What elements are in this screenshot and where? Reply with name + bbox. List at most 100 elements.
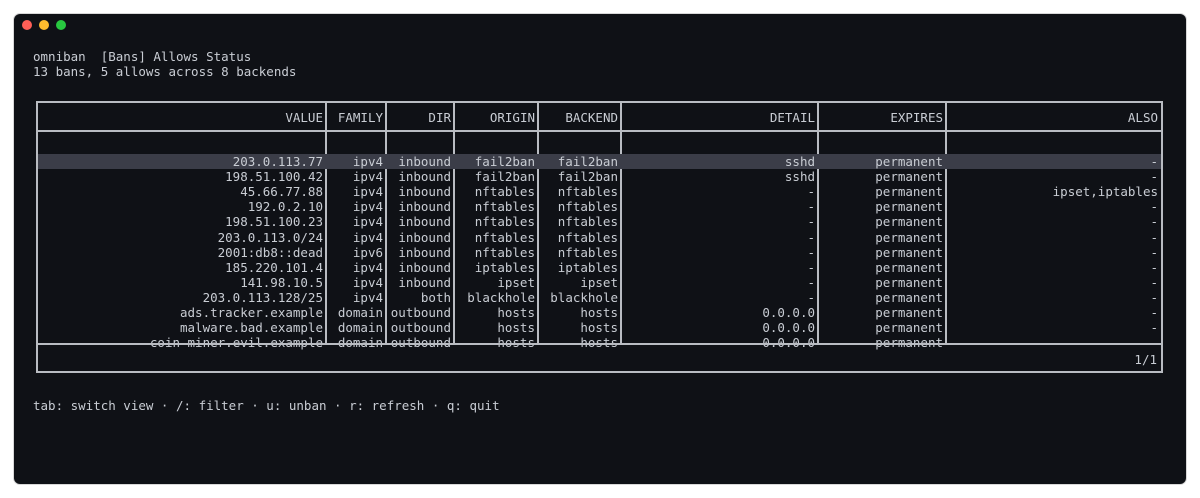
cell-value: 203.0.113.77: [232, 154, 323, 169]
table-row[interactable]: 141.98.10.5 ipv4 inbound ipset ipset - permane…: [38, 275, 1161, 290]
cell-detail: sshd: [784, 154, 815, 169]
cell-backend: nftables: [557, 229, 618, 245]
cell-value: 198.51.100.42: [225, 169, 323, 185]
cell-backend: nftables: [557, 184, 618, 200]
cell-backend: fail2ban: [557, 154, 618, 169]
cell-detail: -: [807, 184, 815, 200]
column-header-detail: DETAIL: [769, 110, 815, 125]
cell-dir: outbound: [390, 320, 451, 336]
cell-detail: -: [807, 229, 815, 245]
cell-backend: hosts: [580, 320, 618, 336]
cell-value: 141.98.10.5: [240, 274, 323, 290]
cell-also: ipset,iptables: [1052, 184, 1158, 200]
table-row[interactable]: 45.66.77.88 ipv4 inbound nftables nftables - p…: [38, 184, 1161, 199]
cell-value: 45.66.77.88: [240, 184, 323, 200]
cell-origin: blackhole: [467, 289, 535, 305]
cell-origin: ipset: [497, 274, 535, 290]
close-dot-icon[interactable]: [22, 20, 32, 30]
table-row[interactable]: 198.51.100.23 ipv4 inbound nftables nftables…: [38, 214, 1161, 229]
cell-detail: 0.0.0.0: [762, 305, 815, 320]
cell-backend: blackhole: [550, 289, 618, 305]
cell-also: -: [1150, 199, 1158, 215]
cell-also: -: [1150, 274, 1158, 290]
table-row-selected[interactable]: 203.0.113.77 ipv4 inbound fail2ban fail2ban s…: [38, 154, 1161, 169]
cell-expires: permanent: [875, 169, 943, 185]
table-row[interactable]: 198.51.100.42 ipv4 inbound fail2ban fail2ban…: [38, 169, 1161, 184]
cell-dir: inbound: [398, 154, 451, 169]
page-indicator: 1/1: [1134, 352, 1157, 367]
cell-origin: nftables: [474, 229, 535, 245]
column-header-expires: EXPIRES: [890, 110, 943, 125]
cell-also: -: [1150, 259, 1158, 275]
cell-backend: ipset: [580, 274, 618, 290]
cell-origin: nftables: [474, 214, 535, 230]
cell-backend: fail2ban: [557, 169, 618, 185]
column-header-backend: BACKEND: [565, 110, 618, 125]
app-title: omniban [Bans] Allows Status: [33, 49, 252, 64]
cell-value: 185.220.101.4: [225, 259, 323, 275]
cell-detail: -: [807, 289, 815, 305]
table-row[interactable]: 185.220.101.4 ipv4 inbound iptables iptables…: [38, 260, 1161, 275]
summary-line: 13 bans, 5 allows across 8 backends: [33, 64, 297, 79]
cell-origin: hosts: [497, 305, 535, 320]
table-header: VALUE FAMILY DIR ORIGIN BACKEND DETAIL EXPIRES…: [38, 110, 1161, 125]
cell-backend: iptables: [557, 259, 618, 275]
cell-family: ipv6: [352, 244, 383, 260]
cell-detail: sshd: [784, 169, 815, 185]
cell-detail: -: [807, 274, 815, 290]
table-row[interactable]: ads.tracker.example domain outbound hosts ho…: [38, 305, 1161, 320]
cell-expires: permanent: [875, 184, 943, 200]
column-header-also: ALSO: [1127, 110, 1158, 125]
cell-value: 203.0.113.0/24: [217, 229, 323, 245]
table-row[interactable]: 192.0.2.10 ipv4 inbound nftables nftables - pe…: [38, 199, 1161, 214]
cell-origin: nftables: [474, 199, 535, 215]
cell-dir: inbound: [398, 184, 451, 200]
cell-expires: permanent: [875, 214, 943, 230]
cell-also: -: [1150, 154, 1158, 169]
cell-family: ipv4: [352, 199, 383, 215]
footer-divider: [38, 343, 1161, 345]
cell-expires: permanent: [875, 229, 943, 245]
header-divider: [38, 130, 1161, 132]
keybindings-help: tab: switch view · /: filter · u: unban …: [33, 398, 500, 413]
cell-backend: hosts: [580, 305, 618, 320]
cell-expires: permanent: [875, 259, 943, 275]
cell-value: ads.tracker.example: [180, 305, 323, 320]
cell-also: -: [1150, 244, 1158, 260]
cell-family: ipv4: [352, 229, 383, 245]
maximize-dot-icon[interactable]: [56, 20, 66, 30]
cell-family: ipv4: [352, 274, 383, 290]
cell-expires: permanent: [875, 274, 943, 290]
cell-detail: 0.0.0.0: [762, 320, 815, 336]
cell-dir: inbound: [398, 274, 451, 290]
cell-detail: -: [807, 214, 815, 230]
cell-dir: inbound: [398, 244, 451, 260]
cell-family: ipv4: [352, 289, 383, 305]
cell-dir: inbound: [398, 199, 451, 215]
cell-expires: permanent: [875, 289, 943, 305]
cell-also: -: [1150, 214, 1158, 230]
minimize-dot-icon[interactable]: [39, 20, 49, 30]
window-controls: [22, 20, 66, 30]
cell-backend: nftables: [557, 244, 618, 260]
cell-value: 198.51.100.23: [225, 214, 323, 230]
table-row[interactable]: malware.bad.example domain outbound hosts ho…: [38, 320, 1161, 335]
column-header-family: FAMILY: [337, 110, 383, 125]
cell-value: malware.bad.example: [180, 320, 323, 336]
cell-value: 2001:db8::dead: [217, 244, 323, 260]
cell-backend: nftables: [557, 199, 618, 215]
cell-origin: fail2ban: [474, 169, 535, 185]
cell-backend: nftables: [557, 214, 618, 230]
cell-family: ipv4: [352, 184, 383, 200]
cell-value: 203.0.113.128/25: [202, 289, 323, 305]
cell-origin: fail2ban: [474, 154, 535, 169]
cell-also: -: [1150, 229, 1158, 245]
table-row[interactable]: 2001:db8::dead ipv6 inbound nftables nftable…: [38, 245, 1161, 260]
cell-dir: outbound: [390, 305, 451, 320]
cell-expires: permanent: [875, 320, 943, 336]
table-row[interactable]: 203.0.113.0/24 ipv4 inbound nftables nftable…: [38, 230, 1161, 245]
column-header-dir: DIR: [428, 110, 451, 125]
cell-origin: hosts: [497, 320, 535, 336]
table-row[interactable]: 203.0.113.128/25 ipv4 both blackhole blackho…: [38, 290, 1161, 305]
cell-expires: permanent: [875, 199, 943, 215]
